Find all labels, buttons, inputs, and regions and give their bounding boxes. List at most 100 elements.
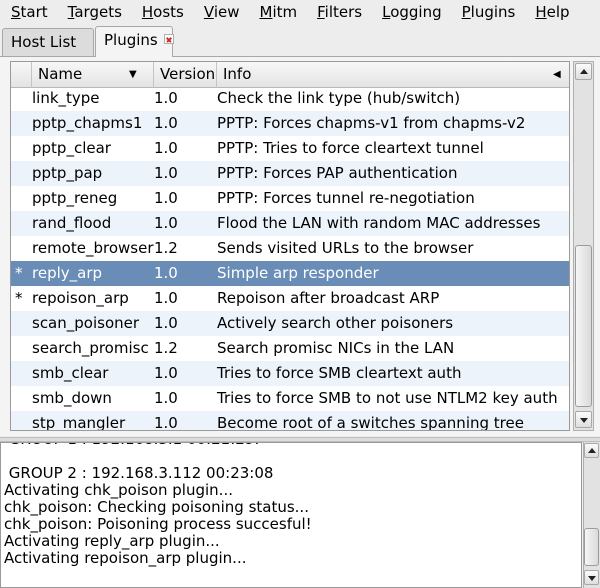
console-line: Activating repoison_arp plugin...: [4, 549, 247, 567]
menu-hosts[interactable]: Hosts: [131, 0, 193, 24]
plugin-active-mark: [15, 161, 29, 186]
menu-view[interactable]: View: [193, 0, 249, 24]
table-row[interactable]: * reply_arp 1.0 Simple arp responder: [11, 261, 569, 286]
plugin-active-mark: *: [15, 289, 23, 307]
plugin-info: Search promisc NICs in the LAN: [217, 339, 455, 357]
table-row[interactable]: pptp_pap 1.0 PPTP: Forces PAP authenticati…: [11, 161, 569, 186]
tab-bar: Host List Plugins: [0, 26, 600, 57]
menu-filters[interactable]: Filters: [306, 0, 371, 24]
plugin-active-mark: *: [15, 264, 23, 282]
column-header-mark[interactable]: [11, 62, 32, 88]
plugin-info: Actively search other poisoners: [217, 314, 454, 332]
plugin-active-mark: [15, 311, 29, 336]
plugin-active-mark: [15, 336, 29, 361]
console-scrollbar[interactable]: [583, 442, 600, 588]
menu-start[interactable]: Start: [0, 0, 57, 24]
plugin-active-mark: [15, 211, 29, 236]
plugin-version: 1.0: [154, 389, 178, 407]
console-line: Activating reply_arp plugin...: [4, 532, 220, 550]
table-row[interactable]: pptp_reneg 1.0 PPTP: Forces tunnel re-nego…: [11, 186, 569, 211]
plugin-version: 1.0: [154, 364, 178, 382]
table-row[interactable]: scan_poisoner 1.0 Actively search other po…: [11, 311, 569, 336]
menu-targets[interactable]: Targets: [57, 0, 131, 24]
plugin-version: 1.2: [154, 339, 178, 357]
plugin-active-mark: [15, 136, 29, 161]
console-line: GROUP 1 : 192.168.3.1 00:21:29:: [4, 443, 260, 448]
console-line: chk_poison: Checking poisoning status...: [4, 498, 309, 516]
table-row[interactable]: link_type 1.0 Check the link type (hub/swi…: [11, 89, 569, 111]
menu-help[interactable]: Help: [524, 0, 578, 24]
table-scrollbar[interactable]: [573, 61, 594, 431]
column-header-info[interactable]: Info ◀: [217, 62, 569, 88]
plugin-version: 1.0: [154, 314, 178, 332]
plugin-name: reply_arp: [32, 264, 103, 282]
plugin-name: smb_clear: [32, 364, 109, 382]
console-line: Activating chk_poison plugin...: [4, 481, 233, 499]
plugin-version: 1.2: [154, 239, 178, 257]
plugin-name: pptp_reneg: [32, 189, 118, 207]
plugin-name: pptp_pap: [32, 164, 103, 182]
scroll-thumb[interactable]: [584, 528, 599, 566]
plugin-active-mark: [15, 186, 29, 211]
tab-plugins[interactable]: Plugins: [95, 26, 174, 57]
plugin-version: 1.0: [154, 164, 178, 182]
plugin-version: 1.0: [154, 189, 178, 207]
menu-plugins[interactable]: Plugins: [451, 0, 525, 24]
table-row[interactable]: smb_down 1.0 Tries to force SMB to not use…: [11, 386, 569, 411]
plugin-info: Check the link type (hub/switch): [217, 89, 461, 107]
column-header-name[interactable]: Name ▼: [32, 62, 154, 88]
plugins-table: Name ▼ Version Info ◀ link_type 1.0 Check …: [10, 61, 570, 431]
plugin-info: Sends visited URLs to the browser: [217, 239, 474, 257]
table-row[interactable]: pptp_chapms1 1.0 PPTP: Forces chapms-v1 fr…: [11, 111, 569, 136]
plugin-info: Tries to force SMB cleartext auth: [217, 364, 462, 382]
scroll-up-button[interactable]: [584, 443, 599, 458]
plugin-active-mark: [15, 386, 29, 411]
plugin-active-mark: [15, 89, 29, 111]
tab-label: Plugins: [104, 31, 158, 49]
plugin-name: link_type: [32, 89, 100, 107]
plugin-active-mark: [15, 236, 29, 261]
plugin-name: repoison_arp: [32, 289, 129, 307]
plugin-info: Repoison after broadcast ARP: [217, 289, 440, 307]
plugin-name: scan_poisoner: [32, 314, 140, 332]
scroll-down-button[interactable]: [584, 570, 599, 585]
plugin-info: PPTP: Forces chapms-v1 from chapms-v2: [217, 114, 526, 132]
plugin-info: Simple arp responder: [217, 264, 379, 282]
scroll-up-button[interactable]: [575, 63, 592, 80]
close-icon[interactable]: [163, 34, 174, 44]
table-row[interactable]: stp_mangler 1.0 Become root of a switches …: [11, 411, 569, 430]
table-row[interactable]: * repoison_arp 1.0 Repoison after broadcast…: [11, 286, 569, 311]
menu-mitm[interactable]: Mitm: [248, 0, 306, 24]
table-row[interactable]: rand_flood 1.0 Flood the LAN with random M…: [11, 211, 569, 236]
table-row[interactable]: remote_browser 1.2 Sends visited URLs to t…: [11, 236, 569, 261]
menu-bar: Start Targets Hosts View Mitm Filters Logging P…: [0, 0, 600, 24]
table-row[interactable]: search_promisc 1.2 Search promisc NICs in …: [11, 336, 569, 361]
table-row[interactable]: smb_clear 1.0 Tries to force SMB cleartext…: [11, 361, 569, 386]
console-output[interactable]: GROUP 1 : 192.168.3.1 00:21:29: GROUP 2 …: [0, 442, 582, 588]
plugin-version: 1.0: [154, 264, 178, 282]
plugins-panel: Name ▼ Version Info ◀ link_type 1.0 Check …: [0, 56, 600, 436]
plugin-version: 1.0: [154, 139, 178, 157]
plugin-info: PPTP: Tries to force cleartext tunnel: [217, 139, 484, 157]
plugin-active-mark: [15, 361, 29, 386]
plugin-active-mark: [15, 411, 29, 430]
table-row[interactable]: pptp_clear 1.0 PPTP: Tries to force cleart…: [11, 136, 569, 161]
table-body: link_type 1.0 Check the link type (hub/swi…: [11, 89, 569, 430]
plugin-name: smb_down: [32, 389, 112, 407]
plugin-version: 1.0: [154, 114, 178, 132]
plugin-name: pptp_clear: [32, 139, 111, 157]
plugin-info: PPTP: Forces PAP authentication: [217, 164, 458, 182]
arrow-up-icon: [588, 448, 596, 453]
plugin-name: search_promisc: [32, 339, 149, 357]
plugin-active-mark: [15, 111, 29, 136]
scroll-down-button[interactable]: [575, 411, 592, 428]
column-header-version[interactable]: Version: [154, 62, 217, 88]
chevron-left-icon[interactable]: ◀: [553, 62, 561, 88]
table-header: Name ▼ Version Info ◀: [11, 62, 569, 88]
arrow-up-icon: [580, 69, 588, 74]
tab-host-list[interactable]: Host List: [2, 28, 94, 56]
scroll-thumb[interactable]: [575, 245, 592, 407]
console-line: chk_poison: Poisoning process succesful!: [4, 515, 312, 533]
arrow-down-icon: [588, 576, 596, 581]
menu-logging[interactable]: Logging: [371, 0, 451, 24]
